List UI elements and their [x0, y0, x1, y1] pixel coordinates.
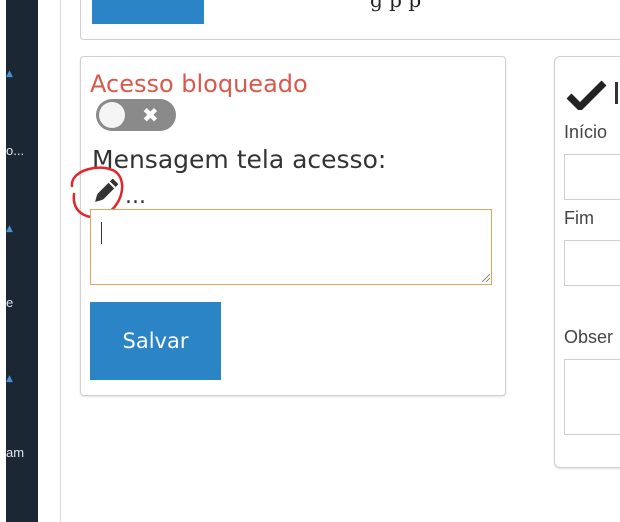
top-partial-text: g p p	[370, 0, 422, 12]
sidebar-arrow-icon[interactable]: ▲	[6, 225, 14, 234]
message-textarea[interactable]	[90, 209, 492, 285]
checkmark-icon	[566, 80, 607, 110]
sidebar-arrow-icon[interactable]: ▲	[6, 375, 14, 384]
divider	[60, 0, 61, 522]
sidebar: ▲ o... ▲ e ▲ am	[0, 0, 52, 522]
top-button[interactable]	[92, 0, 204, 24]
sidebar-item-1[interactable]: o...	[6, 143, 24, 158]
start-input[interactable]	[564, 154, 620, 200]
notes-input[interactable]	[564, 359, 620, 435]
save-button[interactable]: Salvar	[90, 302, 221, 380]
sidebar-arrow-icon[interactable]: ▲	[6, 70, 14, 79]
access-block-toggle[interactable]: ✖	[96, 99, 176, 131]
notes-label: Obser	[564, 327, 614, 347]
end-label: Fim	[564, 208, 594, 228]
message-label: Mensagem tela acesso:	[92, 145, 387, 174]
sidebar-item-3[interactable]: am	[6, 445, 24, 460]
pencil-icon[interactable]	[88, 175, 122, 209]
card-title: Acesso bloqueado	[90, 70, 308, 98]
cursor-bar	[615, 82, 618, 104]
end-input[interactable]	[564, 240, 620, 286]
toggle-knob	[99, 102, 125, 128]
resize-handle-icon[interactable]	[480, 272, 490, 282]
sidebar-item-2[interactable]: e	[6, 295, 13, 310]
message-value: ...	[125, 184, 146, 209]
text-caret	[101, 222, 102, 244]
start-label: Início	[564, 122, 608, 142]
close-icon: ✖	[142, 103, 159, 127]
